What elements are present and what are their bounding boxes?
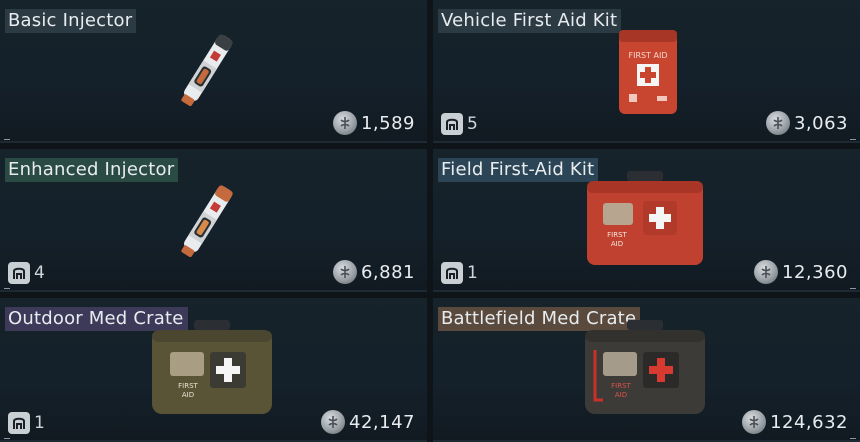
- price: 1,589: [332, 111, 415, 135]
- item-card-battlefield-med-crate[interactable]: Battlefield Med Crate FIRST AID 124,632: [433, 298, 860, 442]
- crate-label-aid: AID: [615, 391, 627, 399]
- limit-value: 1: [467, 263, 478, 283]
- injector-image: [181, 185, 233, 258]
- battlefield-crate-image: FIRST AID: [585, 320, 705, 414]
- item-card-enhanced-injector[interactable]: Enhanced Injector 4 6,881: [0, 149, 427, 292]
- item-title: Basic Injector: [5, 9, 137, 33]
- price-value: 42,147: [349, 411, 415, 433]
- purchase-limit-icon: [8, 262, 30, 284]
- coin-icon: [742, 410, 767, 434]
- price-value: 12,360: [782, 261, 848, 283]
- price-value: 1,589: [360, 112, 415, 134]
- price-value: 3,063: [793, 112, 848, 134]
- coin-icon: [765, 111, 790, 135]
- coin-icon: [321, 410, 346, 434]
- item-card-vehicle-first-aid-kit[interactable]: Vehicle First Aid Kit FIRST AID 5 3,063: [433, 0, 860, 143]
- field-kit-image: FIRST AID: [587, 171, 703, 265]
- kit-label-text: FIRST AID: [628, 51, 667, 60]
- limit-value: 1: [34, 413, 45, 433]
- price: 6,881: [332, 260, 415, 284]
- purchase-limit: 1: [441, 262, 478, 284]
- crate-label-aid: AID: [182, 391, 194, 399]
- crate-label-first: FIRST: [178, 382, 198, 390]
- price: 42,147: [321, 410, 415, 434]
- purchase-limit: 1: [8, 412, 45, 434]
- price: 3,063: [765, 111, 848, 135]
- purchase-limit-icon: [8, 412, 30, 434]
- vehicle-kit-image: FIRST AID: [619, 30, 677, 114]
- coin-icon: [332, 260, 357, 284]
- item-card-basic-injector[interactable]: Basic Injector 1,589: [0, 0, 427, 143]
- purchase-limit-icon: [441, 113, 463, 135]
- shop-grid: Basic Injector 1,589 Vehicle First Aid K…: [0, 0, 860, 442]
- price-value: 124,632: [770, 411, 848, 433]
- price: 12,360: [754, 260, 848, 284]
- item-title: Enhanced Injector: [5, 158, 179, 182]
- kit-label-aid: AID: [611, 240, 623, 248]
- purchase-limit: 5: [441, 113, 478, 135]
- limit-value: 5: [467, 114, 478, 134]
- item-title: Vehicle First Aid Kit: [438, 9, 622, 33]
- injector-image: [181, 34, 233, 107]
- purchase-limit: 4: [8, 262, 45, 284]
- price-value: 6,881: [360, 261, 415, 283]
- kit-label-first: FIRST: [607, 231, 627, 239]
- coin-icon: [754, 260, 779, 284]
- item-card-field-first-aid-kit[interactable]: Field First-Aid Kit FIRST AID 1 12,360: [433, 149, 860, 292]
- coin-icon: [332, 111, 357, 135]
- limit-value: 4: [34, 263, 45, 283]
- price: 124,632: [742, 410, 848, 434]
- item-card-outdoor-med-crate[interactable]: Outdoor Med Crate FIRST AID 1 42,147: [0, 298, 427, 442]
- outdoor-crate-image: FIRST AID: [152, 320, 272, 414]
- purchase-limit-icon: [441, 262, 463, 284]
- crate-label-first: FIRST: [611, 382, 631, 390]
- item-title: Field First-Aid Kit: [438, 158, 599, 182]
